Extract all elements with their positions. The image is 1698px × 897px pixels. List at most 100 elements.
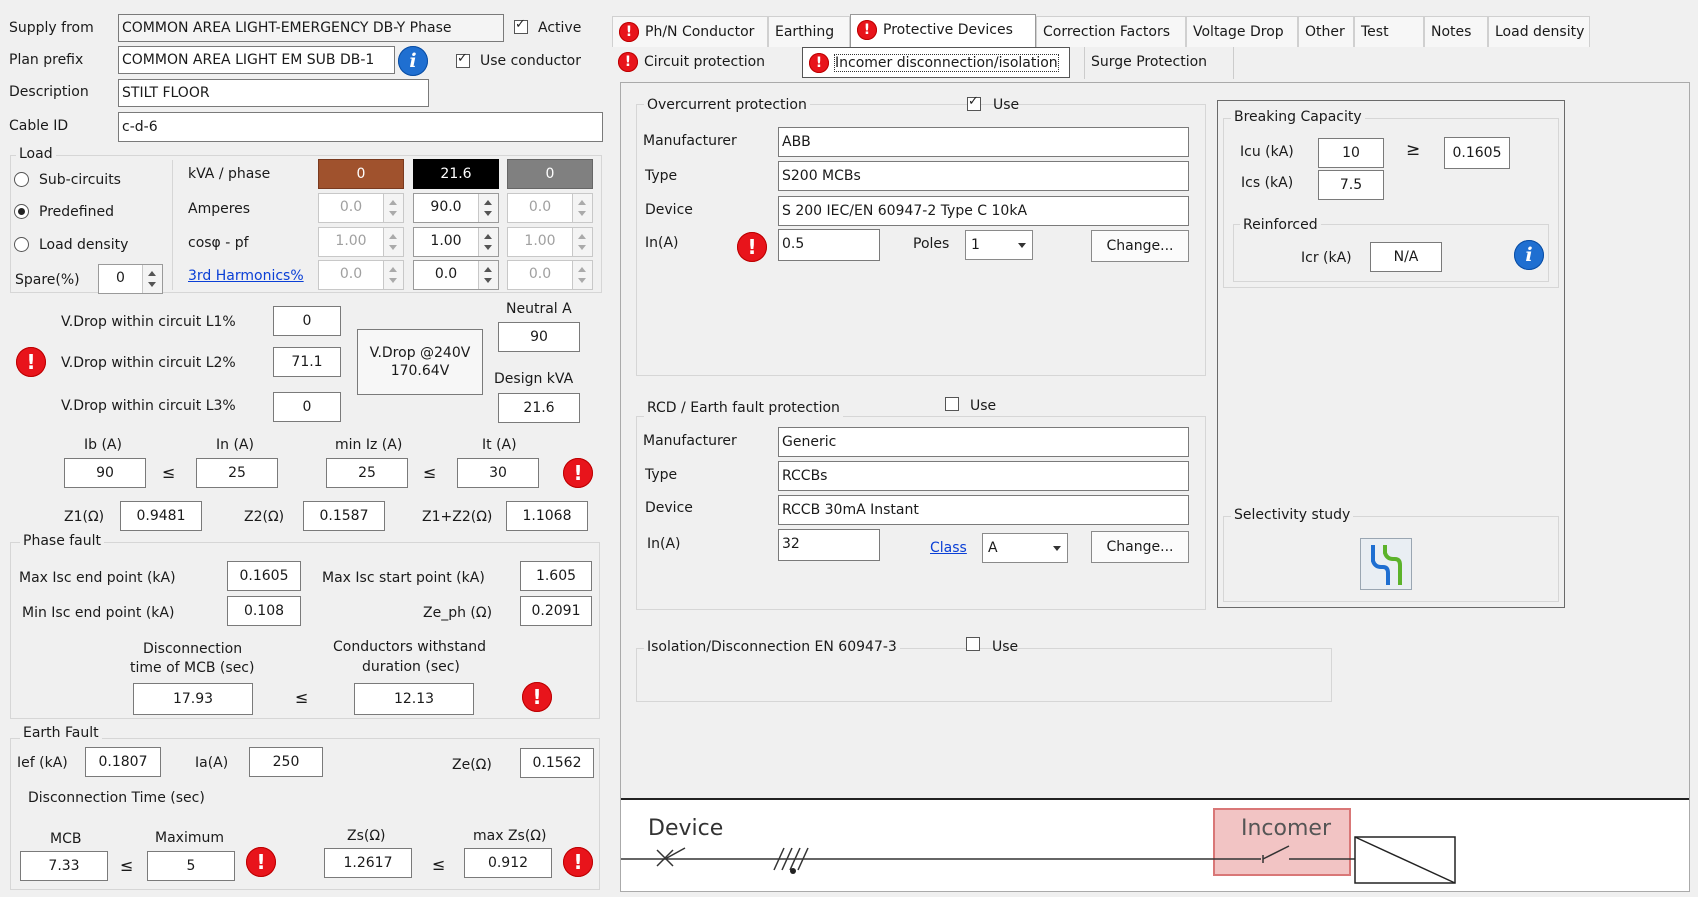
tab-surge-protection[interactable]: Surge Protection xyxy=(1084,47,1234,79)
ief-value: 0.1807 xyxy=(85,747,161,777)
withstand-error-icon: ! xyxy=(522,682,552,712)
ge-sign: ≥ xyxy=(1406,140,1421,160)
selectivity-study-icon[interactable] xyxy=(1360,538,1412,590)
rcd-in-field[interactable]: 32 xyxy=(778,529,880,561)
oc-type-field[interactable]: S200 MCBs xyxy=(778,161,1189,191)
zs-value: 1.2617 xyxy=(324,848,412,878)
vdrop-l3-value: 0 xyxy=(273,392,341,422)
vdrop-l1-value: 0 xyxy=(273,306,341,336)
oc-manufacturer-field[interactable]: ABB xyxy=(778,127,1189,157)
tab-test[interactable]: Test xyxy=(1354,16,1424,47)
isolation-use-label: Use xyxy=(992,639,1019,655)
spare-spinner[interactable]: 0 xyxy=(98,264,163,294)
active-checkbox[interactable] xyxy=(514,17,528,34)
harm-l3-value: 0.0 xyxy=(528,266,552,282)
harm-l3-arrows[interactable] xyxy=(572,261,592,289)
oc-change-button[interactable]: Change... xyxy=(1091,230,1189,262)
oc-in-field[interactable]: 0.5 xyxy=(778,229,880,261)
pf-l2[interactable]: 1.00 xyxy=(413,227,499,257)
pf-l2-arrows[interactable] xyxy=(478,228,498,256)
oc-device-label: Device xyxy=(645,202,693,218)
predefined-radio[interactable] xyxy=(14,204,29,219)
plan-prefix-info-icon[interactable]: i xyxy=(398,46,428,76)
third-harmonics-link[interactable]: 3rd Harmonics% xyxy=(188,267,304,285)
pf-l3-arrows[interactable] xyxy=(572,228,592,256)
withstand-value: 12.13 xyxy=(354,683,474,715)
oc-device-field[interactable]: S 200 IEC/EN 60947-2 Type C 10kA xyxy=(778,196,1189,226)
description-field[interactable]: STILT FLOOR xyxy=(118,79,429,107)
amperes-l1-arrows[interactable] xyxy=(383,194,403,222)
oc-poles-label: Poles xyxy=(913,236,950,252)
le-sign-5: ≤ xyxy=(432,855,446,874)
pf-l3[interactable]: 1.00 xyxy=(507,227,593,257)
tab-incomer-disconnection[interactable]: ! Incomer disconnection/isolation xyxy=(802,47,1070,78)
left-panel: Supply from COMMON AREA LIGHT-EMERGENCY … xyxy=(0,0,612,897)
amperes-l3[interactable]: 0.0 xyxy=(507,193,593,223)
max-zs-error-icon: ! xyxy=(563,847,593,877)
load-density-label: Load density xyxy=(39,237,129,253)
reinforced-info-icon[interactable]: i xyxy=(1514,240,1544,270)
amperes-l1[interactable]: 0.0 xyxy=(318,193,404,223)
tab-circuit-protection[interactable]: ! Circuit protection xyxy=(612,47,796,79)
harm-l1-arrows[interactable] xyxy=(383,261,403,289)
rcd-class-link[interactable]: Class xyxy=(930,539,967,557)
tab-protective-devices[interactable]: ! Protective Devices xyxy=(850,14,1036,47)
ze-ph-value: 0.2091 xyxy=(520,596,592,626)
tab-load-density[interactable]: Load density xyxy=(1488,16,1590,47)
breaking-title: Breaking Capacity xyxy=(1231,108,1365,126)
rcd-manufacturer-label: Manufacturer xyxy=(643,433,737,449)
spare-arrows[interactable] xyxy=(142,265,162,293)
kva-l2[interactable]: 21.6 xyxy=(413,159,499,189)
tab-ph-n-conductor[interactable]: ! Ph/N Conductor xyxy=(612,16,768,47)
overcurrent-title: Overcurrent protection xyxy=(644,96,810,114)
amperes-l2[interactable]: 90.0 xyxy=(413,193,499,223)
oc-poles-select[interactable]: 1 xyxy=(965,230,1033,260)
rcd-manufacturer-field[interactable]: Generic xyxy=(778,427,1189,457)
le-sign-3: ≤ xyxy=(295,688,309,707)
z1-label: Z1(Ω) xyxy=(64,509,105,525)
tab-voltage-drop[interactable]: Voltage Drop xyxy=(1186,16,1298,47)
harm-l2[interactable]: 0.0 xyxy=(413,260,499,290)
it-label: It (A) xyxy=(482,437,517,453)
tab-correction-factors[interactable]: Correction Factors xyxy=(1036,16,1186,47)
disconnection-label-1: Disconnection xyxy=(143,641,243,657)
rcd-class-select[interactable]: A xyxy=(982,533,1068,563)
spare-label: Spare(%) xyxy=(15,272,80,288)
tab-other[interactable]: Other xyxy=(1298,16,1354,47)
pf-l1[interactable]: 1.00 xyxy=(318,227,404,257)
rcd-type-field[interactable]: RCCBs xyxy=(778,461,1189,491)
plan-prefix-field[interactable]: COMMON AREA LIGHT EM SUB DB-1 xyxy=(118,46,395,74)
chevron-down-icon xyxy=(1018,243,1026,248)
single-line-diagram: Device Incomer xyxy=(621,798,1689,891)
pf-l1-arrows[interactable] xyxy=(383,228,403,256)
max-isc-start-label: Max Isc start point (kA) xyxy=(322,570,485,586)
tab-earthing[interactable]: Earthing xyxy=(768,16,850,47)
harm-l1[interactable]: 0.0 xyxy=(318,260,404,290)
cable-id-field[interactable]: c-d-6 xyxy=(118,112,603,142)
sub-circuits-radio[interactable] xyxy=(14,172,29,187)
supply-from-field[interactable]: COMMON AREA LIGHT-EMERGENCY DB-Y Phase xyxy=(118,14,504,42)
vdrop-l1-label: V.Drop within circuit L1% xyxy=(61,314,236,330)
rcd-use-checkbox[interactable] xyxy=(945,397,959,411)
kva-l1[interactable]: 0 xyxy=(318,159,404,189)
amperes-l3-value: 0.0 xyxy=(528,199,552,215)
harm-l1-value: 0.0 xyxy=(339,266,363,282)
amperes-l3-arrows[interactable] xyxy=(572,194,592,222)
rcd-device-field[interactable]: RCCB 30mA Instant xyxy=(778,495,1189,525)
harm-l2-arrows[interactable] xyxy=(478,261,498,289)
rcd-change-button[interactable]: Change... xyxy=(1091,531,1189,563)
max-isc-end-value: 0.1605 xyxy=(227,561,301,591)
min-iz-value: 25 xyxy=(326,458,408,488)
tab-protective-devices-label: Protective Devices xyxy=(883,22,1013,38)
rcd-device-label: Device xyxy=(645,500,693,516)
load-density-radio[interactable] xyxy=(14,237,29,252)
harm-l3[interactable]: 0.0 xyxy=(507,260,593,290)
amperes-l2-arrows[interactable] xyxy=(478,194,498,222)
ze-value: 0.1562 xyxy=(520,748,594,778)
use-conductor-checkbox[interactable] xyxy=(456,51,470,68)
tab-notes[interactable]: Notes xyxy=(1424,16,1488,47)
isolation-use-checkbox[interactable] xyxy=(966,637,980,651)
predefined-label: Predefined xyxy=(39,204,114,220)
overcurrent-use-checkbox[interactable] xyxy=(967,94,981,111)
kva-l3[interactable]: 0 xyxy=(507,159,593,189)
